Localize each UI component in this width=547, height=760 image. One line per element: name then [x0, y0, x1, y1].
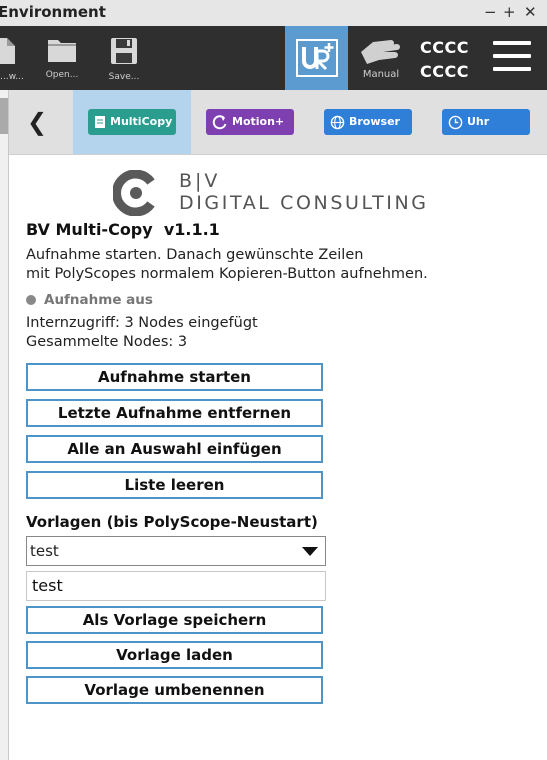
clear-list-button[interactable]: Liste leeren: [26, 471, 323, 499]
tab-motion-plus-label: Motion+: [232, 115, 285, 128]
tab-uhr[interactable]: Uhr: [442, 109, 530, 135]
multicopy-panel: ❮ MultiCopy Motion+ Browser Uhr B|V DIGI…: [8, 90, 547, 760]
tab-browser[interactable]: Browser: [324, 109, 412, 135]
hand-icon: [361, 40, 400, 64]
template-name-input[interactable]: test: [26, 571, 326, 601]
templates-label: Vorlagen (bis PolyScope-Neustart): [26, 513, 318, 531]
ur-plus-icon: [296, 39, 338, 77]
document-icon: [95, 116, 105, 128]
intro-line-2: mit PolyScopes normalem Kopieren-Button …: [26, 266, 428, 282]
bv-logo: B|V DIGITAL CONSULTING: [113, 170, 453, 216]
manual-label: Manual: [362, 69, 400, 80]
globe-icon: [330, 115, 345, 129]
manual-mode-button[interactable]: Manual: [355, 30, 407, 88]
start-recording-button[interactable]: Aufnahme starten: [26, 363, 323, 391]
clock-icon: [448, 115, 463, 129]
open-button-label: Open...: [45, 70, 79, 80]
save-icon: [111, 38, 137, 64]
tab-browser-label: Browser: [349, 115, 400, 128]
new-button-label: ...w...: [0, 72, 24, 82]
insert-all-button[interactable]: Alle an Auswahl einfügen: [26, 435, 323, 463]
window-title: Environment: [0, 3, 106, 21]
back-chevron-icon[interactable]: ❮: [27, 108, 47, 136]
hamburger-icon[interactable]: [493, 41, 531, 73]
tab-motion-plus[interactable]: Motion+: [206, 109, 294, 135]
dropdown-arrow-icon: [302, 547, 318, 556]
save-template-button[interactable]: Als Vorlage speichern: [26, 606, 323, 634]
tab-multicopy[interactable]: MultiCopy: [88, 109, 176, 135]
open-button[interactable]: Open...: [38, 32, 86, 86]
app-header: ...w... Open... Save... Manual CCCC CCCC: [0, 26, 547, 90]
collected-nodes-text: Gesammelte Nodes: 3: [26, 334, 188, 350]
logo-line1: B|V: [179, 170, 221, 192]
status-text: Aufnahme aus: [44, 292, 153, 308]
rename-template-button[interactable]: Vorlage umbenennen: [26, 676, 323, 704]
page-title: BV Multi-Copy v1.1.1: [26, 220, 220, 239]
tab-uhr-label: Uhr: [467, 115, 490, 128]
folder-icon: [48, 40, 76, 62]
intro-line-1: Aufnahme starten. Danach gewünschte Zeil…: [26, 247, 364, 263]
new-file-icon: [0, 38, 15, 64]
window-titlebar: Environment − + ✕: [0, 0, 547, 27]
robot-name-top: CCCC: [420, 38, 469, 57]
internal-access-text: Internzugriff: 3 Nodes eingefügt: [26, 315, 258, 331]
robot-name-bottom: CCCC: [420, 62, 469, 81]
recording-status: Aufnahme aus: [26, 292, 153, 308]
save-button-label: Save...: [108, 72, 140, 82]
logo-line2: DIGITAL CONSULTING: [179, 192, 429, 214]
status-dot-icon: [26, 295, 36, 305]
new-button[interactable]: ...w...: [0, 32, 28, 86]
close-button[interactable]: ✕: [524, 3, 537, 21]
tab-bar: ❮ MultiCopy Motion+ Browser Uhr: [9, 90, 547, 155]
load-template-button[interactable]: Vorlage laden: [26, 641, 323, 669]
tab-multicopy-label: MultiCopy: [110, 115, 173, 128]
save-button[interactable]: Save...: [100, 32, 148, 86]
bv-logo-icon: [113, 170, 155, 216]
maximize-button[interactable]: +: [503, 3, 516, 21]
remove-last-recording-button[interactable]: Letzte Aufnahme entfernen: [26, 399, 323, 427]
template-select-value: test: [30, 542, 59, 560]
rotate-icon: [212, 115, 227, 130]
template-select[interactable]: test: [26, 536, 326, 566]
minimize-button[interactable]: −: [484, 3, 497, 21]
urplus-button[interactable]: [285, 26, 348, 90]
